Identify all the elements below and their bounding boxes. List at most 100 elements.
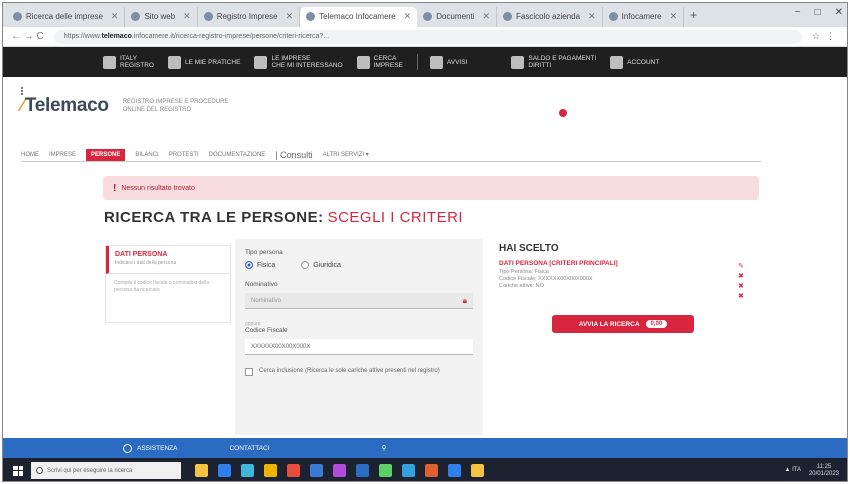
favicon-icon [423, 12, 433, 21]
edit-icon[interactable]: ✎ [738, 263, 744, 271]
taskbar-app-icon[interactable] [379, 464, 392, 477]
new-tab-button[interactable]: + [690, 8, 697, 22]
taskbar-app-icons [195, 464, 484, 477]
extension-icons[interactable]: ☆⋮ [812, 31, 841, 42]
alert-text: Nessun risultato trovato [121, 184, 195, 192]
taskbar-app-icon[interactable] [241, 464, 254, 477]
codice-fiscale-label: Codice Fiscale [245, 327, 288, 334]
selected-line: Codice Fiscale: XXXXXX00X00X000X [499, 276, 593, 282]
taskbar-app-icon[interactable] [218, 464, 231, 477]
nav-imprese[interactable]: IMPRESE [49, 152, 76, 158]
sitebar-item-avvisi[interactable]: AVVISI [429, 55, 467, 69]
remove-icon[interactable]: ✖ [738, 273, 744, 281]
remove-icon[interactable]: ✖ [738, 293, 744, 301]
favicon-icon [203, 12, 213, 21]
browser-tab[interactable]: Fascicolo azienda ✕ [497, 6, 603, 27]
selected-line: Cariche attive: NO [499, 283, 544, 289]
sitebar-item-cerca[interactable]: CERCA IMPRESE [356, 55, 403, 69]
close-icon[interactable]: ✕ [588, 11, 596, 22]
close-icon[interactable]: ✕ [286, 11, 294, 22]
active-roles-checkbox[interactable] [245, 368, 253, 376]
site-logo[interactable]: ⁄Telemaco REGISTRO IMPRESE E PROCEDURE O… [21, 95, 228, 117]
favicon-icon [608, 12, 618, 21]
close-icon[interactable]: ✕ [111, 11, 119, 22]
browser-tab[interactable]: Infocamere ✕ [603, 6, 685, 27]
taskbar-app-icon[interactable] [448, 464, 461, 477]
sitebar-item-pratiche[interactable]: LE MIE PRATICHE [167, 55, 240, 69]
selected-heading: DATI PERSONA [CRITERI PRINCIPALI] [499, 260, 618, 267]
italy-flag-icon [103, 55, 116, 69]
selected-criteria-panel: HAI SCELTO DATI PERSONA [CRITERI PRINCIP… [499, 243, 749, 290]
site-top-bar: ITALY REGISTRO LE MIE PRATICHE LE IMPRES… [3, 47, 847, 77]
search-steps-panel: DATI PERSONA Indicare i dati della perso… [105, 245, 231, 323]
menu-dots-icon[interactable] [21, 87, 24, 95]
selected-line: Tipo Persona: Fisica [499, 269, 549, 275]
nav-protesti[interactable]: PROTESTI [169, 152, 199, 158]
radio-giuridica[interactable] [301, 261, 310, 269]
contact-link[interactable]: CONTATTACI [229, 445, 269, 452]
minimize-button[interactable]: − [795, 7, 801, 18]
lock-icon: 🔒︎ [462, 296, 467, 305]
taskbar-search-input[interactable]: Scrivi qui per eseguire la ricerca [31, 462, 181, 479]
maximize-button[interactable]: □ [815, 7, 821, 18]
sitebar-item-imprese[interactable]: LE IMPRESE CHE MI INTERESSANO [254, 55, 343, 69]
nav-documentazione[interactable]: DOCUMENTAZIONE [209, 152, 266, 158]
notification-badge[interactable] [559, 109, 567, 117]
taskbar-app-icon[interactable] [287, 464, 300, 477]
browser-tab[interactable]: Ricerca delle imprese ✕ [7, 6, 126, 27]
codice-fiscale-input[interactable]: XXXXXX00X00X000X [245, 339, 473, 355]
windows-start-icon[interactable] [13, 465, 23, 476]
help-icon [123, 443, 132, 453]
nav-altri-servizi[interactable]: ALTRI SERVIZI ▾ [323, 151, 369, 158]
divider [416, 54, 418, 70]
step-dati-persona[interactable]: DATI PERSONA Indicare i dati della perso… [106, 246, 230, 274]
sitebar-item-registro[interactable]: ITALY REGISTRO [103, 55, 154, 69]
nominativo-input[interactable]: Nominativo 🔒︎ [245, 293, 473, 309]
user-icon [610, 55, 624, 69]
step-description: Compila il codice fiscale o nominativo d… [114, 280, 210, 293]
tray-icons[interactable]: ▲ ITA [784, 467, 801, 474]
clock[interactable]: 11:25 20/01/2023 [809, 464, 839, 478]
close-window-button[interactable]: ✕ [835, 7, 843, 18]
favicon-icon [306, 12, 316, 21]
nav-bilanci[interactable]: BILANCI [135, 152, 158, 158]
sitebar-item-saldo[interactable]: SALDO E PAGAMENTI DIRITTI [511, 55, 596, 69]
nav-home[interactable]: HOME [21, 152, 39, 158]
browser-tab[interactable]: Sito web ✕ [125, 6, 198, 27]
page-title: RICERCA TRA LE PERSONE: SCEGLI I CRITERI [104, 209, 464, 226]
taskbar-app-icon[interactable] [195, 464, 208, 477]
search-form: Tipo persona Fisica Giuridica Nominativo… [235, 239, 483, 435]
close-icon[interactable]: ✕ [183, 11, 191, 22]
sitebar-item-account[interactable]: ACCOUNT [610, 55, 659, 69]
folder-icon [167, 55, 181, 69]
taskbar-app-icon[interactable] [471, 464, 484, 477]
taskbar-app-icon[interactable] [425, 464, 438, 477]
close-icon[interactable]: ✕ [670, 11, 678, 22]
taskbar-app-icon[interactable] [310, 464, 323, 477]
radio-fisica[interactable] [245, 261, 253, 269]
nav-persone[interactable]: PERSONE [86, 148, 126, 161]
building-icon [254, 55, 268, 69]
navigation-buttons[interactable]: ← → C [11, 31, 44, 42]
browser-tab[interactable]: Documenti ✕ [417, 6, 497, 27]
favicon-icon [503, 12, 512, 21]
logo-subtitle: REGISTRO IMPRESE E PROCEDURE ONLINE DEL … [122, 99, 229, 113]
screen: Ricerca delle imprese ✕ Sito web ✕ Registr… [2, 2, 848, 482]
taskbar-app-icon[interactable] [356, 464, 369, 477]
footer-search-icon[interactable]: ⚲ [382, 444, 387, 452]
browser-tab[interactable]: Registro Imprese ✕ [198, 6, 301, 27]
selected-title: HAI SCELTO [499, 243, 559, 254]
assistance-link[interactable]: ASSISTENZA [123, 443, 177, 453]
close-icon[interactable]: ✕ [482, 11, 490, 22]
remove-icon[interactable]: ✖ [738, 283, 744, 291]
taskbar-app-icon[interactable] [333, 464, 346, 477]
start-search-button[interactable]: AVVIA LA RICERCA 0,00 [552, 315, 694, 333]
close-icon[interactable]: ✕ [404, 11, 412, 22]
nav-consulti[interactable]: | Consulti [275, 150, 312, 160]
taskbar-app-icon[interactable] [402, 464, 415, 477]
url-field[interactable]: https://www. telemaco .infocamere.it/ricer… [53, 29, 802, 44]
criteria-action-icons: ✎ ✖ ✖ ✖ [738, 263, 744, 301]
taskbar-app-icon[interactable] [264, 464, 277, 477]
footer-bar: ASSISTENZA CONTATTACI ⚲ [3, 438, 847, 458]
browser-tab-active[interactable]: Telemaco Infocamere ✕ [300, 6, 418, 27]
